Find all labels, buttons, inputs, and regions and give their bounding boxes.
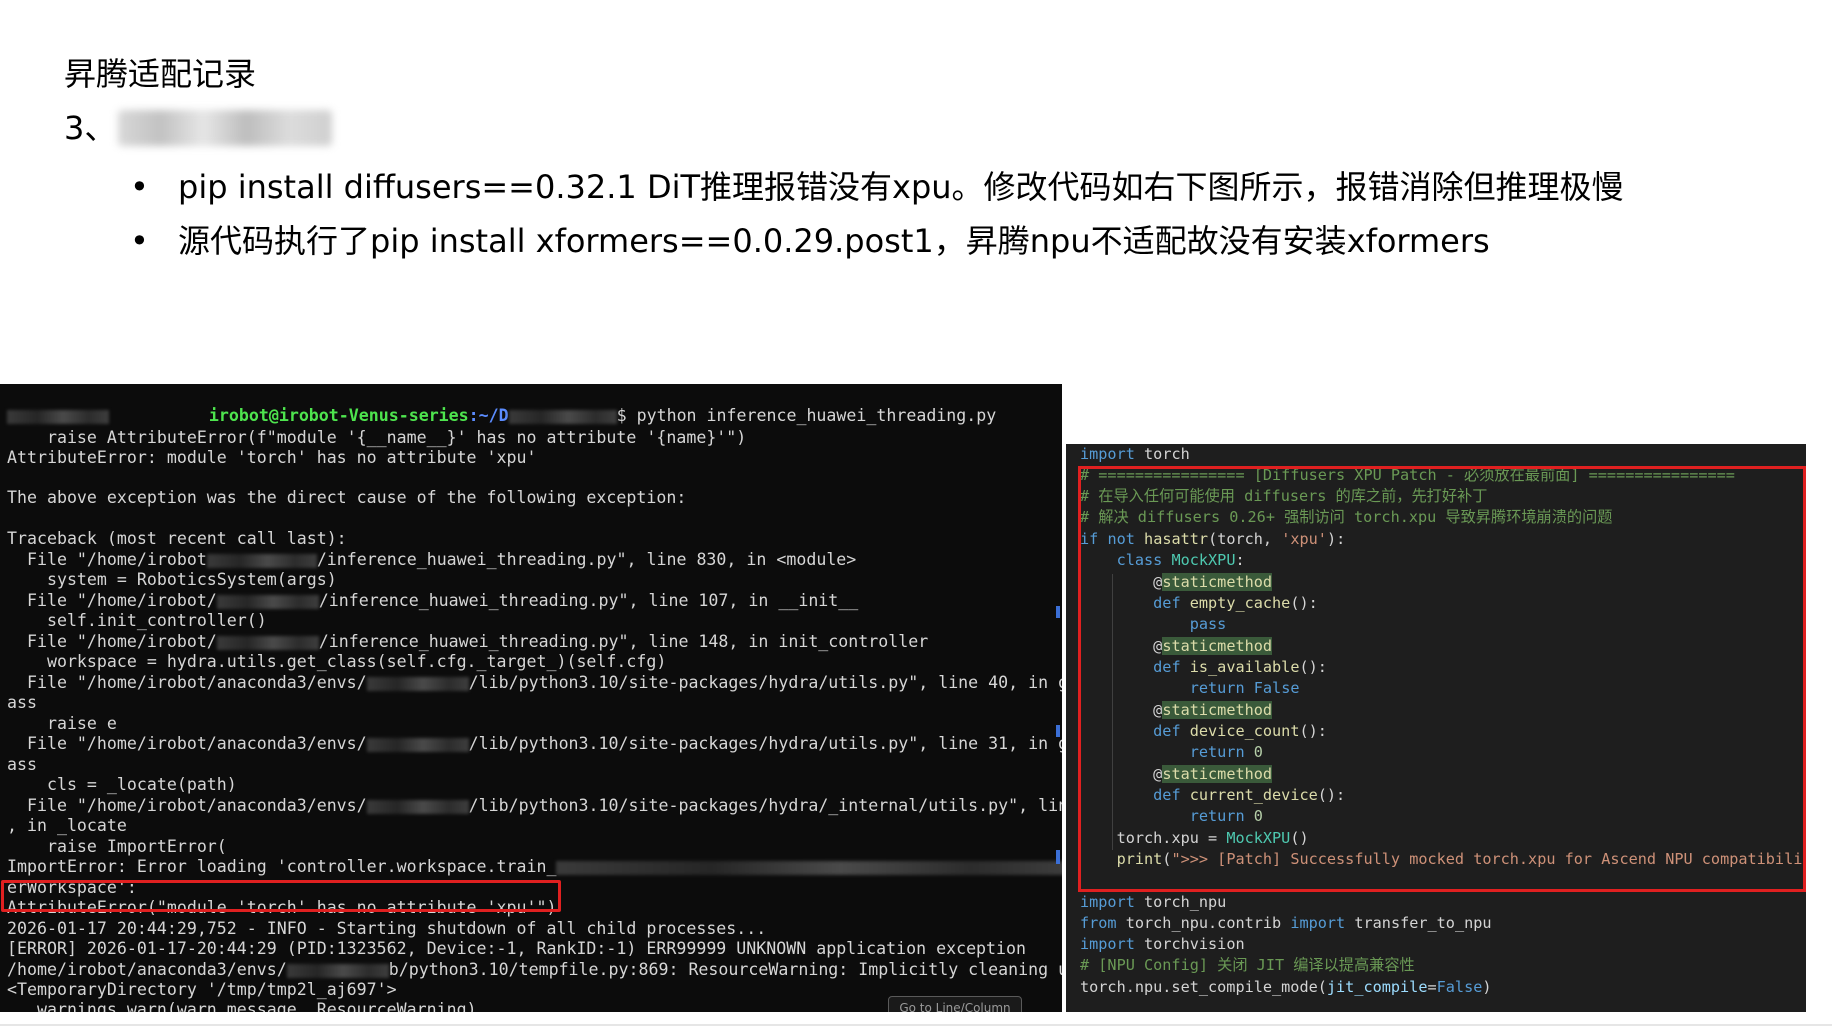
prompt-path: :~/D xyxy=(468,406,509,425)
code-token: torch xyxy=(1144,445,1190,463)
code-line: torch.npu.set_compile_mode(jit_compile=F… xyxy=(1080,977,1492,998)
code-keyword: import xyxy=(1080,935,1135,953)
terminal-text: /lib/python3.10/site-packages/hydra/util… xyxy=(468,673,1062,692)
code-keyword: import xyxy=(1080,893,1135,911)
terminal-text: /lib/python3.10/site-packages/hydra/_int… xyxy=(468,796,1062,815)
terminal-text: File "/home/irobot/ xyxy=(7,591,217,610)
prompt-user: irobot@irobot-Venus-series xyxy=(208,406,469,425)
code-keyword: import xyxy=(1290,914,1346,932)
bullet-text: 源代码执行了pip install xformers==0.0.29.post1… xyxy=(178,222,1490,260)
terminal-line: File "/home/irobot/anaconda3/envs/ /lib/p… xyxy=(7,796,1062,816)
terminal-text: File "/home/irobot/anaconda3/envs/ xyxy=(7,796,367,815)
code-keyword: from xyxy=(1080,914,1117,932)
redacted-text xyxy=(7,409,109,424)
terminal-line: raise ImportError( xyxy=(7,837,227,856)
terminal-text: /inference_huawei_threading.py", line 14… xyxy=(318,632,929,651)
bullet-text: pip install diffusers==0.32.1 DiT推理报错没有x… xyxy=(178,168,1624,206)
code-editor-screenshot: import torch # ================ [Diffuse… xyxy=(1066,444,1806,1012)
terminal-text: /inference_huawei_threading.py", line 10… xyxy=(318,591,859,610)
code-constant: False xyxy=(1436,978,1483,996)
terminal-prompt-line: irobot@irobot-Venus-series:~/D $ python i… xyxy=(7,406,996,426)
terminal-text: File "/home/irobot/anaconda3/envs/ xyxy=(7,734,367,753)
terminal-line: [ERROR] 2026-01-17-20:44:29 (PID:1323562… xyxy=(7,939,1027,958)
terminal-line: File "/home/irobot/inference_huawei_thre… xyxy=(7,550,856,570)
code-token: torchvision xyxy=(1144,935,1245,953)
terminal-line: , in _locate xyxy=(7,816,127,835)
bullet-list: • pip install diffusers==0.32.1 DiT推理报错没有… xyxy=(130,160,1624,268)
terminal-text: /inference_huawei_threading.py", line 83… xyxy=(316,550,857,569)
terminal-text: File "/home/irobot xyxy=(7,550,207,569)
code-token: torch_npu.contrib xyxy=(1125,914,1282,932)
terminal-line: File "/home/irobot/anaconda3/envs/ /lib/p… xyxy=(7,673,1062,693)
terminal-line: The above exception was the direct cause… xyxy=(7,488,687,507)
terminal-text: File "/home/irobot/ xyxy=(7,632,217,651)
scrollbar-marker xyxy=(1056,725,1060,737)
section-number: 3、 xyxy=(64,109,117,147)
code-token: torch.npu.set_compile_mode( xyxy=(1080,978,1327,996)
redacted-text xyxy=(216,635,319,650)
slide-title: 昇腾适配记录 xyxy=(64,55,257,93)
terminal-text: /home/irobot/anaconda3/envs/ xyxy=(7,960,287,979)
terminal-line: _warnings.warn(warn_message, ResourceWar… xyxy=(7,1000,477,1012)
terminal-text: /lib/python3.10/site-packages/hydra/util… xyxy=(468,734,1062,753)
code-line: import torch xyxy=(1080,444,1190,465)
redacted-text xyxy=(366,676,469,691)
terminal-line: raise AttributeError(f"module '{__name__… xyxy=(7,428,747,447)
terminal-text: ImportError: Error loading 'controller.w… xyxy=(7,857,557,876)
terminal-line: AttributeError: module 'torch' has no at… xyxy=(7,448,537,467)
terminal-text: File "/home/irobot/anaconda3/envs/ xyxy=(7,673,367,692)
redacted-text xyxy=(556,860,1062,875)
code-line: from torch_npu.contrib import transfer_t… xyxy=(1080,913,1492,934)
code-line: import torch_npu xyxy=(1080,892,1226,913)
prompt-command: $ python inference_huawei_threading.py xyxy=(616,406,997,425)
terminal-line: File "/home/irobot/anaconda3/envs/ /lib/p… xyxy=(7,734,1062,754)
terminal-line: raise e xyxy=(7,714,117,733)
redacted-text xyxy=(366,799,469,814)
code-token: torch_npu xyxy=(1144,893,1227,911)
terminal-line: cls = _locate(path) xyxy=(7,775,237,794)
code-parameter: jit_compile xyxy=(1326,978,1428,996)
bullet-item: • 源代码执行了pip install xformers==0.0.29.post… xyxy=(130,214,1624,268)
terminal-line: ImportError: Error loading 'controller.w… xyxy=(7,857,1062,877)
bullet-dot-icon: • xyxy=(130,222,149,260)
terminal-line: Traceback (most recent call last): xyxy=(7,529,347,548)
terminal-line: ass xyxy=(7,693,37,712)
redacted-text xyxy=(366,737,469,752)
terminal-line: <TemporaryDirectory '/tmp/tmp2l_aj697'> xyxy=(7,980,397,999)
terminal-line: system = RoboticsSystem(args) xyxy=(7,570,337,589)
code-comment: # [NPU Config] 关闭 JIT 编译以提高兼容性 xyxy=(1080,956,1415,974)
code-token: ) xyxy=(1482,978,1492,996)
terminal-line: ass xyxy=(7,755,37,774)
terminal-screenshot: irobot@irobot-Venus-series:~/D $ python i… xyxy=(0,384,1062,1012)
bullet-dot-icon: • xyxy=(130,168,149,206)
scrollbar-marker xyxy=(1056,850,1060,864)
error-highlight-box xyxy=(1,880,561,912)
terminal-line: 2026-01-17 20:44:29,752 - INFO - Startin… xyxy=(7,919,767,938)
code-token: transfer_to_npu xyxy=(1354,914,1492,932)
redacted-text xyxy=(286,963,389,978)
bullet-item: • pip install diffusers==0.32.1 DiT推理报错没有… xyxy=(130,160,1624,214)
scrollbar-marker xyxy=(1056,606,1060,618)
terminal-line: File "/home/irobot/ /inference_huawei_thr… xyxy=(7,591,858,611)
terminal-line: self.init_controller() xyxy=(7,611,267,630)
redacted-text xyxy=(206,553,317,568)
code-keyword: import xyxy=(1080,445,1135,463)
code-line: import torchvision xyxy=(1080,934,1245,955)
goto-line-button[interactable]: Go to Line/Column xyxy=(888,996,1022,1012)
terminal-line: /home/irobot/anaconda3/envs/b/python3.10… xyxy=(7,960,1062,980)
redacted-text xyxy=(216,594,319,609)
patch-highlight-box xyxy=(1078,466,1806,892)
terminal-text: b/python3.10/tempfile.py:869: ResourceWa… xyxy=(388,960,1062,979)
section-heading: 3、 xyxy=(64,106,333,150)
terminal-line: File "/home/irobot/ /inference_huawei_thr… xyxy=(7,632,928,652)
redacted-text xyxy=(508,409,617,424)
terminal-line: workspace = hydra.utils.get_class(self.c… xyxy=(7,652,667,671)
code-token: = xyxy=(1427,978,1437,996)
redacted-section-title xyxy=(118,110,333,146)
